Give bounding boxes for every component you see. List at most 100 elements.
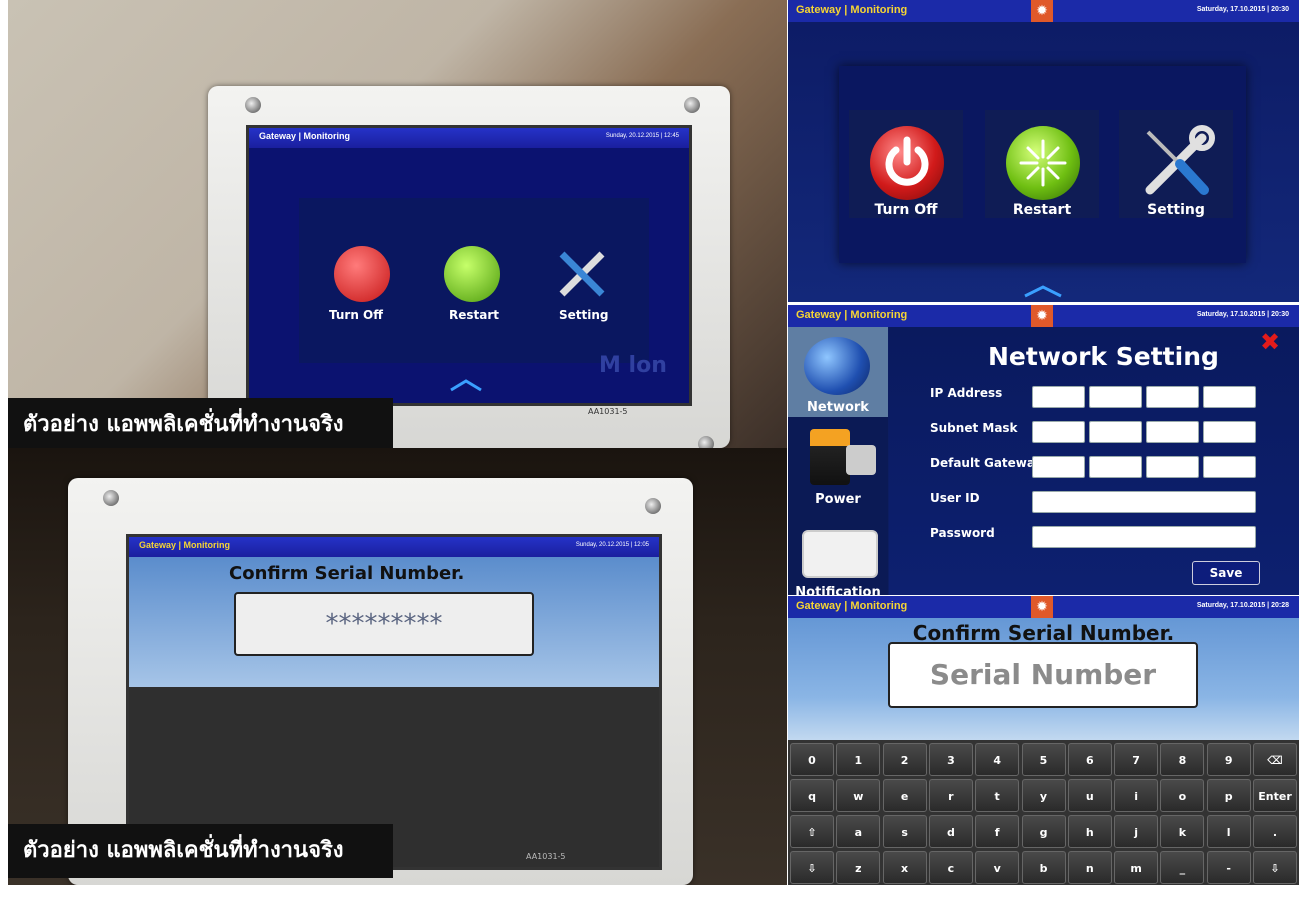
key-2-6[interactable]: h [1067,815,1112,848]
key-0-5[interactable]: 5 [1021,743,1066,776]
restart-button[interactable]: Restart [985,110,1099,218]
key-1-10[interactable]: Enter [1253,779,1297,812]
gear-logo-icon[interactable]: ✹ [1031,596,1053,618]
save-button[interactable]: Save [1192,561,1260,585]
close-icon[interactable]: ✖ [1258,330,1282,354]
key-0-6[interactable]: 6 [1067,743,1112,776]
page-title: Network Setting [988,342,1219,371]
ip-address-octet-3[interactable] [1146,386,1199,408]
turn-off-label: Turn Off [874,202,938,218]
key-2-9[interactable]: l [1206,815,1251,848]
gateway-octet-4[interactable] [1203,456,1256,478]
key-1-4[interactable]: t [975,779,1020,812]
key-3-6[interactable]: n [1067,851,1112,884]
key-2-5[interactable]: g [1021,815,1066,848]
key-0-4[interactable]: 4 [975,743,1020,776]
key-1-7[interactable]: i [1114,779,1159,812]
key-3-9[interactable]: - [1206,851,1251,884]
device-label-restart: Restart [449,308,500,322]
key-0-3[interactable]: 3 [928,743,973,776]
caption-bottom: ตัวอย่าง แอพพลิเคชั่นที่ทำงานจริง [8,824,393,878]
sidebar-item-power[interactable]: Power [788,419,888,509]
key-1-6[interactable]: u [1067,779,1112,812]
restart-icon [1006,126,1080,200]
turn-off-button[interactable]: Turn Off [849,110,963,218]
key-3-4[interactable]: v [975,851,1020,884]
ip-address-octet-4[interactable] [1203,386,1256,408]
key-0-9[interactable]: 9 [1206,743,1251,776]
ip-address-octet-1[interactable] [1032,386,1085,408]
key-3-1[interactable]: z [836,851,881,884]
setting-button[interactable]: Setting [1119,110,1233,218]
device-topbar: Gateway | Monitoring Sunday, 20.12.2015 … [129,537,659,557]
device-serial-field: ********* [234,592,534,656]
key-3-2[interactable]: x [882,851,927,884]
device-topbar: Gateway | Monitoring Sunday, 20.12.2015 … [249,128,689,148]
key-0-2[interactable]: 2 [882,743,927,776]
device-model: AA1031-5 [526,852,566,861]
battery-plug-icon [810,429,850,485]
key-3-5[interactable]: b [1021,851,1066,884]
gateway-octet-1[interactable] [1032,456,1085,478]
key-2-4[interactable]: f [975,815,1020,848]
wrench-screwdriver-icon [1136,122,1216,202]
app-title: Gateway | Monitoring [796,4,908,16]
gear-logo-icon[interactable]: ✹ [1031,305,1053,327]
key-0-7[interactable]: 7 [1114,743,1159,776]
chevron-up-icon[interactable] [1023,284,1063,298]
key-1-3[interactable]: r [928,779,973,812]
key-2-0[interactable]: ⇧ [790,815,834,848]
key-1-5[interactable]: y [1021,779,1066,812]
sidebar-item-network[interactable]: Network [788,327,888,417]
notification-icon [802,530,878,578]
key-3-7[interactable]: m [1114,851,1159,884]
key-0-10[interactable]: ⌫ [1253,743,1297,776]
key-3-0[interactable]: ⇩ [790,851,834,884]
settings-sidebar: Network Power Notification [788,327,888,595]
key-0-1[interactable]: 1 [836,743,881,776]
device-chevron-up-icon [450,379,482,392]
key-2-8[interactable]: k [1160,815,1205,848]
subnet-octet-2[interactable] [1089,421,1142,443]
key-2-2[interactable]: s [882,815,927,848]
gear-logo-icon[interactable]: ✹ [1031,0,1053,22]
key-1-9[interactable]: p [1206,779,1251,812]
key-3-10[interactable]: ⇩ [1253,851,1297,884]
screw [245,97,261,113]
app-title: Gateway | Monitoring [796,309,908,321]
key-1-2[interactable]: e [882,779,927,812]
key-2-3[interactable]: d [928,815,973,848]
gateway-octet-2[interactable] [1089,456,1142,478]
subnet-octet-1[interactable] [1032,421,1085,443]
key-3-8[interactable]: _ [1160,851,1205,884]
plug-icon [846,445,876,475]
key-1-8[interactable]: o [1160,779,1205,812]
device-screen: Gateway | Monitoring Sunday, 20.12.2015 … [126,534,662,870]
topbar: Gateway | Monitoring ✹ Saturday, 17.10.2… [788,596,1299,618]
key-2-7[interactable]: j [1114,815,1159,848]
device-label-setting: Setting [559,308,609,322]
device-date: Sunday, 20.12.2015 | 12:05 [575,542,649,548]
serial-number-input[interactable]: Serial Number [888,642,1198,708]
password-field[interactable] [1032,526,1256,548]
globe-icon [804,337,870,395]
ip-address-octet-2[interactable] [1089,386,1142,408]
key-1-1[interactable]: w [836,779,881,812]
user-id-field[interactable] [1032,491,1256,513]
subnet-octet-3[interactable] [1146,421,1199,443]
topbar: Gateway | Monitoring ✹ Saturday, 17.10.2… [788,0,1299,22]
subnet-mask-label: Subnet Mask [930,421,1018,435]
gateway-octet-3[interactable] [1146,456,1199,478]
key-1-0[interactable]: q [790,779,834,812]
key-2-10[interactable]: . [1253,815,1297,848]
key-2-1[interactable]: a [836,815,881,848]
screw [684,97,700,113]
key-0-0[interactable]: 0 [790,743,834,776]
panel-power-menu: Gateway | Monitoring ✹ Saturday, 17.10.2… [788,0,1299,302]
sidebar-item-notification[interactable]: Notification [788,512,888,595]
key-3-3[interactable]: c [928,851,973,884]
device-model: AA1031-5 [588,407,628,416]
subnet-octet-4[interactable] [1203,421,1256,443]
key-0-8[interactable]: 8 [1160,743,1205,776]
device-screen: Gateway | Monitoring Sunday, 20.12.2015 … [246,125,692,406]
